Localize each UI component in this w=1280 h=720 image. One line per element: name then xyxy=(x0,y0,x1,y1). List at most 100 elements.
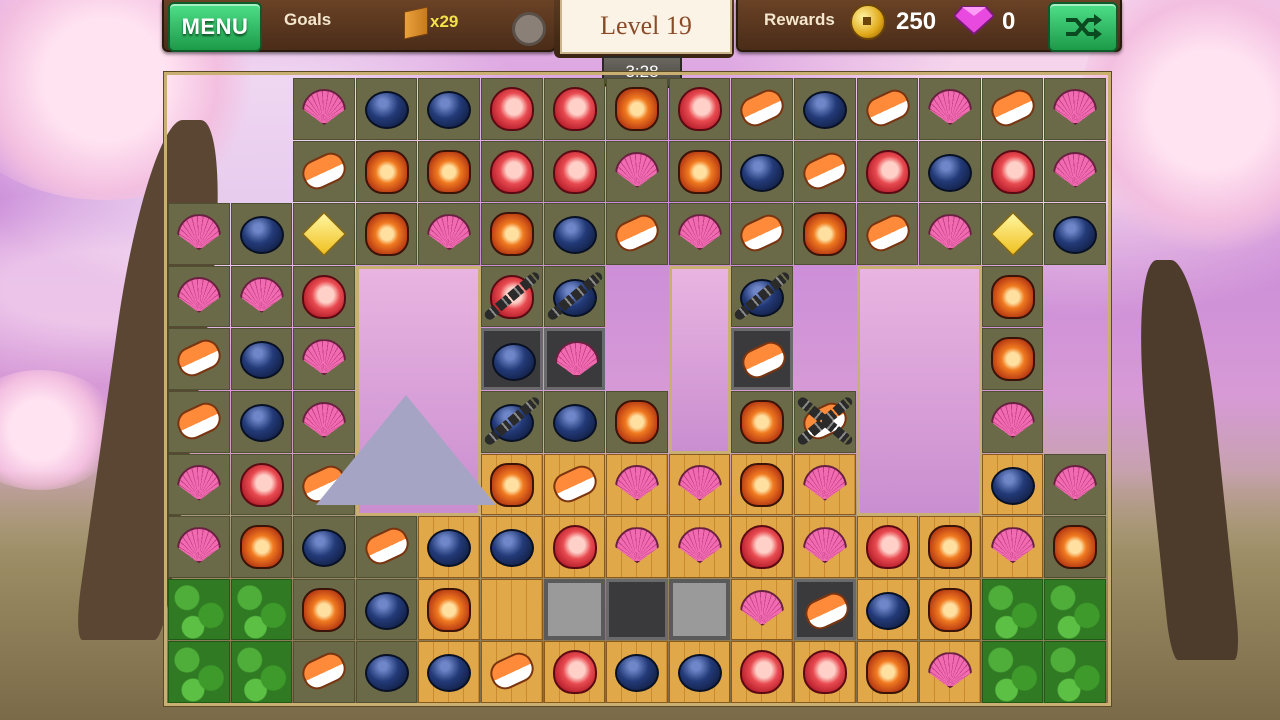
board-cell[interactable] xyxy=(418,203,480,265)
board-cell[interactable] xyxy=(1044,453,1106,516)
board-cell[interactable] xyxy=(981,453,1044,516)
board-cell[interactable] xyxy=(230,453,293,516)
board-cell[interactable] xyxy=(543,265,606,328)
board-cell[interactable] xyxy=(418,140,480,203)
board-cell[interactable] xyxy=(981,265,1044,328)
board-cell[interactable] xyxy=(1044,578,1106,641)
board-cell[interactable] xyxy=(418,516,480,578)
board-cell[interactable] xyxy=(731,516,793,578)
board-cell[interactable] xyxy=(856,516,919,578)
board-cell[interactable] xyxy=(230,203,293,265)
board-cell[interactable] xyxy=(668,453,731,516)
board-cell[interactable] xyxy=(731,578,793,641)
board-cell[interactable] xyxy=(606,391,668,453)
board-cell[interactable] xyxy=(794,516,856,578)
board-cell[interactable] xyxy=(981,328,1044,390)
board-cell[interactable] xyxy=(919,578,981,641)
board-cell[interactable] xyxy=(481,328,543,390)
board-cell[interactable] xyxy=(481,203,543,265)
board-cell[interactable] xyxy=(606,641,668,703)
board-cell[interactable] xyxy=(543,453,606,516)
board-cell[interactable] xyxy=(981,516,1044,578)
board-cell[interactable] xyxy=(293,203,355,265)
board-cell[interactable] xyxy=(230,578,293,641)
board-cell[interactable] xyxy=(1044,78,1106,140)
board-cell[interactable] xyxy=(981,578,1044,641)
board-cell[interactable] xyxy=(543,516,606,578)
board-cell[interactable] xyxy=(794,391,856,453)
board-cell[interactable] xyxy=(731,78,793,140)
board-cell[interactable] xyxy=(1044,203,1106,265)
board-cell[interactable] xyxy=(981,391,1044,453)
board-cell[interactable] xyxy=(794,641,856,703)
board-cell[interactable] xyxy=(355,203,418,265)
board-cell[interactable] xyxy=(856,78,919,140)
board-cell[interactable] xyxy=(919,641,981,703)
board-cell[interactable] xyxy=(731,391,793,453)
board-cell[interactable] xyxy=(355,641,418,703)
board-cell[interactable] xyxy=(794,203,856,265)
board-cell[interactable] xyxy=(919,78,981,140)
board-cell[interactable] xyxy=(481,265,543,328)
board-cell[interactable] xyxy=(668,516,731,578)
board-cell[interactable] xyxy=(543,203,606,265)
board-cell[interactable] xyxy=(355,578,418,641)
board-cell[interactable] xyxy=(230,516,293,578)
board-cell[interactable] xyxy=(668,578,731,641)
board-cell[interactable] xyxy=(731,140,793,203)
board-cell[interactable] xyxy=(794,140,856,203)
board-cell[interactable] xyxy=(731,641,793,703)
board-cell[interactable] xyxy=(481,578,543,641)
board-cell[interactable] xyxy=(230,641,293,703)
board-cell[interactable] xyxy=(856,203,919,265)
board-cell[interactable] xyxy=(293,328,355,390)
board-cell[interactable] xyxy=(981,203,1044,265)
board-cell[interactable] xyxy=(293,140,355,203)
board-cell[interactable] xyxy=(606,516,668,578)
board-cell[interactable] xyxy=(981,641,1044,703)
board-cell[interactable] xyxy=(543,328,606,390)
board-cell[interactable] xyxy=(481,516,543,578)
board-cell[interactable] xyxy=(355,140,418,203)
board-cell[interactable] xyxy=(668,140,731,203)
board-cell[interactable] xyxy=(293,516,355,578)
board-cell[interactable] xyxy=(794,578,856,641)
board-cell[interactable] xyxy=(794,453,856,516)
board-cell[interactable] xyxy=(856,578,919,641)
board-cell[interactable] xyxy=(731,328,793,390)
board-cell[interactable] xyxy=(919,203,981,265)
board-cell[interactable] xyxy=(981,140,1044,203)
board-cell[interactable] xyxy=(794,78,856,140)
board-cell[interactable] xyxy=(168,453,230,516)
board-cell[interactable] xyxy=(293,578,355,641)
board-cell[interactable] xyxy=(919,516,981,578)
board-cell[interactable] xyxy=(481,641,543,703)
board-cell[interactable] xyxy=(230,391,293,453)
board-cell[interactable] xyxy=(355,516,418,578)
board-cell[interactable] xyxy=(481,78,543,140)
board-cell[interactable] xyxy=(543,641,606,703)
board-cell[interactable] xyxy=(606,453,668,516)
board-cell[interactable] xyxy=(168,203,230,265)
board-cell[interactable] xyxy=(168,516,230,578)
board-cell[interactable] xyxy=(1044,516,1106,578)
board-cell[interactable] xyxy=(606,140,668,203)
board-cell[interactable] xyxy=(418,78,480,140)
board-cell[interactable] xyxy=(293,641,355,703)
board-cell[interactable] xyxy=(606,578,668,641)
board-cell[interactable] xyxy=(731,453,793,516)
board-cell[interactable] xyxy=(293,78,355,140)
board-cell[interactable] xyxy=(543,78,606,140)
board-cell[interactable] xyxy=(919,140,981,203)
board-cell[interactable] xyxy=(606,203,668,265)
board-cell[interactable] xyxy=(668,78,731,140)
board-cell[interactable] xyxy=(481,140,543,203)
board-cell[interactable] xyxy=(230,265,293,328)
board-cell[interactable] xyxy=(543,140,606,203)
board-cell[interactable] xyxy=(168,578,230,641)
board-cell[interactable] xyxy=(543,578,606,641)
board-cell[interactable] xyxy=(981,78,1044,140)
board-cell[interactable] xyxy=(856,140,919,203)
board-cell[interactable] xyxy=(293,265,355,328)
board-cell[interactable] xyxy=(1044,140,1106,203)
